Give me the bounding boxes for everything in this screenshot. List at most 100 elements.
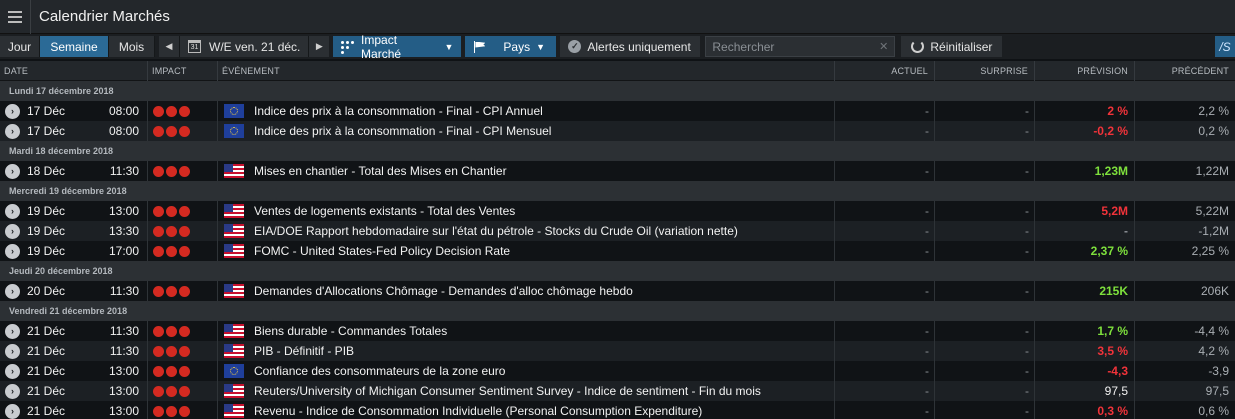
event-time: 17:00 <box>108 244 139 258</box>
table-row[interactable]: › 21 Déc 13:00 Confiance des consommateu… <box>0 361 1235 381</box>
surprise-value: - <box>935 321 1035 341</box>
impact-cell <box>148 101 218 121</box>
impact-dot-icon <box>166 105 177 117</box>
column-date[interactable]: DATE <box>0 61 148 81</box>
column-event[interactable]: ÉVÉNEMENT <box>218 61 835 81</box>
chevron-right-icon[interactable]: › <box>5 283 20 299</box>
event-cell: Demandes d'Allocations Chômage - Demande… <box>218 281 835 301</box>
impact-dot-icon <box>153 125 164 137</box>
previous-week-button[interactable]: ◀ <box>159 36 179 57</box>
column-previous[interactable]: PRÉCÉDENT <box>1135 61 1235 81</box>
actual-value: - <box>835 401 935 419</box>
table-row[interactable]: › 21 Déc 11:30 Biens durable - Commandes… <box>0 321 1235 341</box>
column-forecast[interactable]: PRÉVISION <box>1035 61 1135 81</box>
alerts-only-toggle[interactable]: ✓ Alertes uniquement <box>560 36 701 57</box>
chevron-right-icon[interactable]: › <box>5 123 20 139</box>
search-input[interactable] <box>712 39 873 54</box>
table-row[interactable]: › 21 Déc 13:00 Reuters/University of Mic… <box>0 381 1235 401</box>
event-cell: Ventes de logements existants - Total de… <box>218 201 835 221</box>
event-day: 21 Déc <box>27 344 66 358</box>
reset-label: Réinitialiser <box>930 39 993 54</box>
eu-flag-icon <box>224 124 244 138</box>
view-day-button[interactable]: Jour <box>0 36 40 57</box>
chevron-right-icon[interactable]: › <box>5 223 20 239</box>
forecast-value: - <box>1035 221 1135 241</box>
forecast-value: 1,7 % <box>1035 321 1135 341</box>
column-surprise[interactable]: SURPRISE <box>935 61 1035 81</box>
event-time: 08:00 <box>108 124 139 138</box>
impact-dot-icon <box>179 365 190 377</box>
menu-icon[interactable] <box>0 0 30 34</box>
previous-value: 206K <box>1200 284 1229 298</box>
table-row[interactable]: › 21 Déc 11:30 PIB - Définitif - PIB - -… <box>0 341 1235 361</box>
chevron-right-icon[interactable]: › <box>5 103 20 119</box>
impact-dot-icon <box>179 165 190 177</box>
event-name: Indice des prix à la consommation - Fina… <box>254 124 552 138</box>
event-time: 13:00 <box>108 204 139 218</box>
next-week-button[interactable]: ▶ <box>309 36 330 57</box>
chevron-right-icon[interactable]: › <box>5 243 20 259</box>
chevron-right-icon[interactable]: › <box>5 163 20 179</box>
event-time: 11:30 <box>109 324 139 338</box>
impact-dot-icon <box>179 385 190 397</box>
table-row[interactable]: › 19 Déc 17:00 FOMC - United States-Fed … <box>0 241 1235 261</box>
reset-icon <box>911 40 925 53</box>
event-cell: Indice des prix à la consommation - Fina… <box>218 101 835 121</box>
date-cell: › 17 Déc 08:00 <box>0 101 148 121</box>
chevron-right-icon[interactable]: › <box>5 343 20 359</box>
impact-cell <box>148 221 218 241</box>
us-flag-icon <box>224 324 244 338</box>
impact-dot-icon <box>166 405 177 417</box>
impact-dot-icon <box>166 245 177 257</box>
table-row[interactable]: › 19 Déc 13:30 EIA/DOE Rapport hebdomada… <box>0 221 1235 241</box>
view-month-button[interactable]: Mois <box>109 36 155 57</box>
impact-dot-icon <box>179 225 190 237</box>
column-impact[interactable]: IMPACT <box>148 61 218 81</box>
eu-flag-icon <box>224 104 244 118</box>
previous-value: 2,25 % <box>1191 244 1229 258</box>
event-cell: Revenu - Indice de Consommation Individu… <box>218 401 835 419</box>
view-week-button[interactable]: Semaine <box>40 36 109 57</box>
event-name: EIA/DOE Rapport hebdomadaire sur l'état … <box>254 224 738 238</box>
actual-value: - <box>835 241 935 261</box>
impact-dots-icon <box>341 40 355 54</box>
clear-search-icon[interactable]: ✕ <box>879 40 888 53</box>
impact-dot-icon <box>166 285 177 297</box>
event-name: Demandes d'Allocations Chômage - Demande… <box>254 284 633 298</box>
event-time: 13:00 <box>108 364 139 378</box>
country-filter-label: Pays <box>503 39 531 54</box>
event-cell: FOMC - United States-Fed Policy Decision… <box>218 241 835 261</box>
table-row[interactable]: › 17 Déc 08:00 Indice des prix à la cons… <box>0 101 1235 121</box>
surprise-value: - <box>935 361 1035 381</box>
country-filter-dropdown[interactable]: Pays ▼ <box>465 36 557 57</box>
table-row[interactable]: › 20 Déc 11:30 Demandes d'Allocations Ch… <box>0 281 1235 301</box>
us-flag-icon <box>224 204 244 218</box>
impact-dot-icon <box>179 105 190 117</box>
surprise-value: - <box>935 221 1035 241</box>
chevron-right-icon[interactable]: › <box>5 323 20 339</box>
chevron-right-icon[interactable]: › <box>5 403 20 419</box>
impact-dot-icon <box>179 205 190 217</box>
event-name: Ventes de logements existants - Total de… <box>254 204 516 218</box>
actual-value: - <box>835 161 935 181</box>
triangle-right-icon: ▶ <box>315 41 323 51</box>
chevron-right-icon[interactable]: › <box>5 203 20 219</box>
surprise-value: - <box>935 101 1035 121</box>
table-row[interactable]: › 17 Déc 08:00 Indice des prix à la cons… <box>0 121 1235 141</box>
table-row[interactable]: › 19 Déc 13:00 Ventes de logements exist… <box>0 201 1235 221</box>
chevron-right-icon[interactable]: › <box>5 363 20 379</box>
reset-button[interactable]: Réinitialiser <box>901 36 1003 57</box>
previous-value: 0,2 % <box>1198 124 1229 138</box>
caret-down-icon: ▼ <box>444 41 454 52</box>
column-actual[interactable]: ACTUEL <box>835 61 935 81</box>
date-picker[interactable]: 31 W/E ven. 21 déc. <box>179 36 310 57</box>
date-cell: › 19 Déc 17:00 <box>0 241 148 261</box>
previous-value: -1,2M <box>1198 224 1229 238</box>
toolbar-end-button[interactable]: /S <box>1215 36 1235 57</box>
table-row[interactable]: › 21 Déc 13:00 Revenu - Indice de Consom… <box>0 401 1235 419</box>
table-row[interactable]: › 18 Déc 11:30 Mises en chantier - Total… <box>0 161 1235 181</box>
impact-filter-dropdown[interactable]: Impact Marché ▼ <box>333 33 462 61</box>
chevron-right-icon[interactable]: › <box>5 383 20 399</box>
date-group-header: Vendredi 21 décembre 2018 <box>0 301 1235 321</box>
date-cell: › 21 Déc 11:30 <box>0 321 148 341</box>
